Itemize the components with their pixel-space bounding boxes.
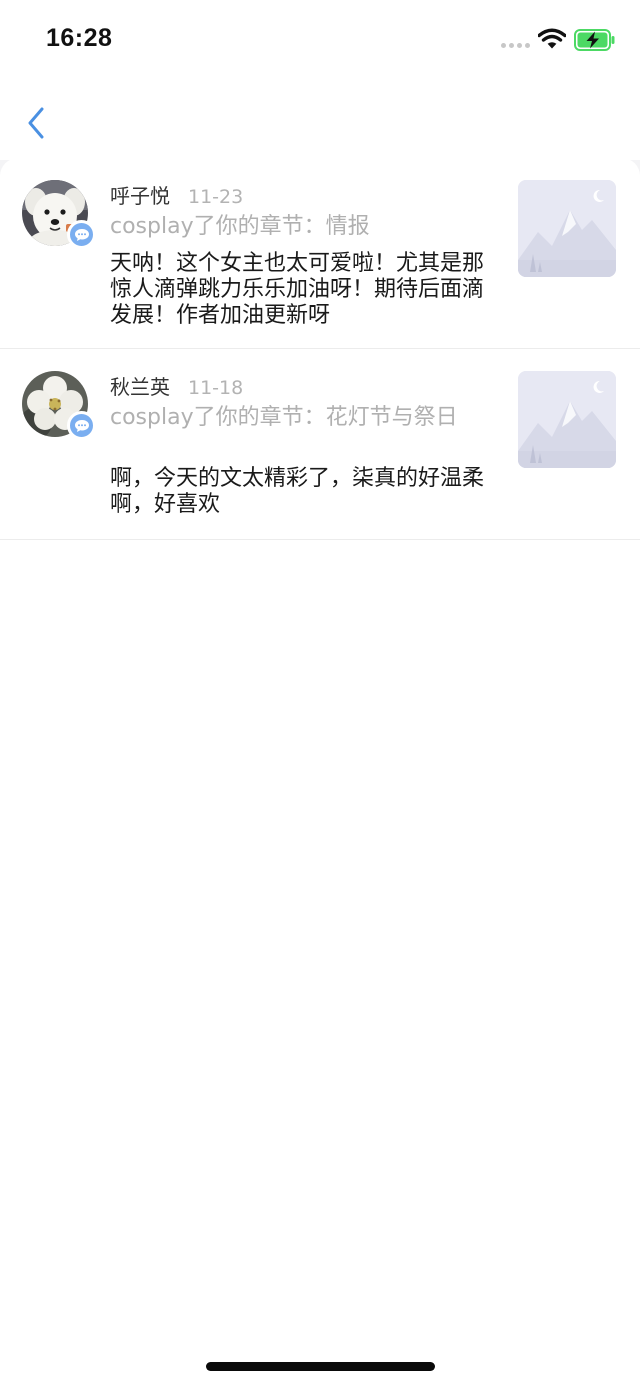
wifi-icon bbox=[538, 28, 566, 49]
notification-item[interactable]: 呼子悦 11-23 cosplay了你的章节：情报 天呐！这个女主也太可爱啦！尤… bbox=[0, 158, 640, 349]
avatar-wrapper bbox=[22, 371, 96, 440]
notification-date: 11-23 bbox=[188, 186, 244, 208]
notification-list: 呼子悦 11-23 cosplay了你的章节：情报 天呐！这个女主也太可爱啦！尤… bbox=[0, 158, 640, 1386]
mountain-placeholder-image bbox=[518, 371, 616, 468]
comment-badge bbox=[67, 220, 96, 249]
avatar-wrapper bbox=[22, 180, 96, 249]
name-line: 呼子悦 11-23 bbox=[110, 180, 243, 209]
top-bar: 16:28 bbox=[0, 0, 640, 160]
signal-dots-icon bbox=[501, 43, 530, 48]
comment-text: 啊，今天的文太精彩了，柒真的好温柔啊，好喜欢 bbox=[110, 466, 485, 517]
comment-badge bbox=[67, 411, 96, 440]
mountain-placeholder-image bbox=[518, 180, 616, 277]
notification-date: 11-18 bbox=[188, 377, 244, 399]
back-button[interactable] bbox=[18, 102, 54, 144]
user-name[interactable]: 秋兰英 bbox=[110, 371, 170, 400]
user-name[interactable]: 呼子悦 bbox=[110, 180, 170, 209]
chapter-thumbnail[interactable] bbox=[518, 371, 616, 468]
home-indicator bbox=[206, 1362, 435, 1371]
comment-text: 天呐！这个女主也太可爱啦！尤其是那惊人滴弹跳力乐乐加油呀！期待后面滴发展！作者加… bbox=[110, 251, 485, 328]
chevron-left-icon bbox=[28, 107, 44, 139]
name-line: 秋兰英 11-18 bbox=[110, 371, 243, 400]
battery-charging-icon bbox=[574, 29, 615, 51]
status-time: 16:28 bbox=[46, 24, 113, 52]
chapter-thumbnail[interactable] bbox=[518, 180, 616, 277]
comment-bubble-icon bbox=[74, 228, 89, 241]
notification-item[interactable]: 秋兰英 11-18 cosplay了你的章节：花灯节与祭日 啊，今天的文太精彩了… bbox=[0, 349, 640, 540]
notification-action: cosplay了你的章节：花灯节与祭日 bbox=[110, 405, 458, 430]
comment-bubble-icon bbox=[74, 419, 89, 432]
notification-action: cosplay了你的章节：情报 bbox=[110, 214, 370, 239]
